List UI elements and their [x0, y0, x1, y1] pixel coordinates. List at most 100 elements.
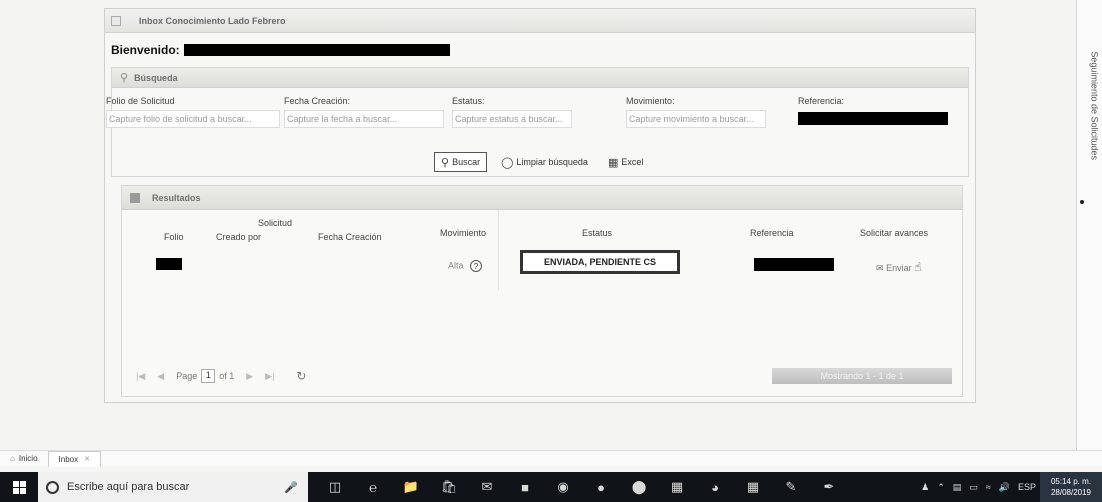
clock-date: 28/08/2019 [1050, 488, 1092, 497]
excel-button[interactable]: ▦ Excel [602, 152, 649, 172]
movement-input[interactable]: Capture movimiento a buscar... [626, 110, 766, 128]
refresh-icon[interactable]: ↻ [296, 369, 306, 383]
browser-icon[interactable]: ◕ [696, 472, 734, 502]
app-area: Inbox Conocimiento Lado Febrero Bienveni… [0, 0, 1102, 450]
chrome-icon[interactable]: ◉ [544, 472, 582, 502]
clock[interactable]: 05:14 p. m. 28/08/2019 [1040, 472, 1102, 502]
column-header-movement[interactable]: Movimiento [440, 228, 486, 238]
system-tray: ♟ ⌃ ▤ ▭ ≈ 🔊 ESP 05:14 p. m. 28/08/2019 [917, 472, 1102, 502]
table-row[interactable] [156, 258, 182, 272]
movement-label: Movimiento: [626, 96, 675, 106]
date-input[interactable]: Capture la fecha a buscar... [284, 110, 444, 128]
page-number-input[interactable]: 1 [201, 369, 216, 383]
pager: |◀ ◀ Page 1 of 1 ▶ ▶| ↻ Mostrando 1 - 1 … [122, 362, 962, 390]
start-button[interactable] [0, 472, 38, 502]
app-icon[interactable]: ● [582, 472, 620, 502]
search-actions: ⚲ Buscar ◯ Limpiar búsqueda ▦ Excel [434, 152, 657, 172]
welcome-label: Bienvenido: [111, 43, 180, 57]
microphone-icon[interactable]: 🎤 [284, 481, 298, 494]
volume-icon[interactable]: 🔊 [999, 482, 1010, 493]
next-page-icon[interactable]: ▶ [246, 371, 253, 382]
tab-inicio[interactable]: ⌂ Inicio [0, 451, 48, 467]
window-icon [111, 15, 121, 26]
close-tab-icon[interactable]: ✕ [84, 455, 90, 463]
results-panel-header[interactable]: Resultados [122, 186, 962, 210]
status-label: Estatus: [452, 96, 485, 106]
people-icon[interactable]: ♟ [921, 482, 929, 493]
page-label: Page [176, 371, 198, 381]
column-header-status[interactable]: Estatus [582, 228, 612, 238]
column-divider [498, 210, 499, 290]
status-cell-highlighted: ENVIADA, PENDIENTE CS [520, 250, 680, 274]
tab-inbox[interactable]: Inbox ✕ [47, 450, 101, 467]
clock-time: 05:14 p. m. [1050, 477, 1092, 486]
column-group-solicitud: Solicitud [258, 218, 293, 228]
home-icon: ⌂ [10, 454, 15, 463]
reference-field-group: Referencia: [798, 96, 950, 130]
folio-input[interactable]: Capture folio de solicitud a buscar... [106, 110, 280, 128]
column-header-created-by[interactable]: Creado por [216, 232, 261, 242]
language-indicator[interactable]: ESP [1018, 482, 1036, 492]
wifi-icon[interactable]: ≈ [986, 482, 991, 492]
send-action-label: Enviar [886, 263, 912, 273]
right-sidebar-collapsed[interactable]: Seguimiento de Solicitudes [1076, 0, 1102, 450]
column-header-created-date[interactable]: Fecha Creación [318, 232, 382, 242]
hand-cursor-icon: ☝ [914, 260, 922, 274]
inbox-window: Inbox Conocimiento Lado Febrero Bienveni… [104, 8, 976, 403]
window-title: Inbox Conocimiento Lado Febrero [139, 15, 286, 26]
windows-taskbar: Escribe aquí para buscar 🎤 ◫ ℮ 📁 🛍 ✉ ■ ◉… [0, 472, 1102, 502]
notes-icon[interactable]: ✎ [772, 472, 810, 502]
clear-search-label: Limpiar búsqueda [516, 157, 588, 167]
mail-icon[interactable]: ✉ [468, 472, 506, 502]
reference-input-redacted[interactable] [798, 112, 948, 125]
tab-strip: ⌂ Inicio Inbox ✕ [0, 450, 1102, 467]
excel-label: Excel [621, 157, 644, 167]
window-titlebar: Inbox Conocimiento Lado Febrero [105, 9, 975, 33]
task-view-icon[interactable]: ◫ [316, 472, 354, 502]
tab-inbox-label: Inbox [58, 454, 79, 464]
tab-inicio-label: Inicio [18, 454, 38, 463]
taskbar-search[interactable]: Escribe aquí para buscar 🎤 [38, 472, 308, 502]
column-header-reference[interactable]: Referencia [750, 228, 794, 238]
date-field-group: Fecha Creación: Capture la fecha a busca… [284, 96, 444, 128]
page-of-label: of 1 [219, 371, 235, 381]
reference-label: Referencia: [798, 96, 845, 106]
results-count-bar: Mostrando 1 - 1 de 1 [772, 368, 952, 384]
teams-icon[interactable]: ■ [506, 472, 544, 502]
last-page-icon[interactable]: ▶| [265, 371, 274, 382]
first-page-icon[interactable]: |◀ [136, 371, 145, 382]
pen-icon[interactable]: ✒ [810, 472, 848, 502]
edge-icon[interactable]: ℮ [354, 472, 392, 502]
word-app-icon[interactable]: ▦ [734, 472, 772, 502]
send-action-link[interactable]: ✉ Enviar ☝ [876, 260, 921, 274]
prev-page-icon[interactable]: ◀ [157, 371, 164, 382]
record-icon[interactable]: ⬤ [620, 472, 658, 502]
windows-logo-icon [12, 480, 26, 494]
status-input[interactable]: Capture estatus a buscar... [452, 110, 572, 128]
movement-field-group: Movimiento: Capture movimiento a buscar.… [626, 96, 766, 128]
redacted-username [183, 44, 450, 56]
excel-app-icon[interactable]: ▦ [658, 472, 696, 502]
search-panel-header[interactable]: ⚲ Búsqueda [112, 68, 968, 88]
movement-cell: Alta ? [448, 260, 483, 272]
battery-icon[interactable]: ▭ [969, 482, 978, 493]
taskbar-apps: ◫ ℮ 📁 🛍 ✉ ■ ◉ ● ⬤ ▦ ◕ ▦ ✎ ✒ [316, 472, 848, 502]
store-icon[interactable]: 🛍 [430, 472, 468, 502]
status-value: ENVIADA, PENDIENTE CS [543, 257, 657, 267]
info-icon[interactable]: ? [470, 260, 483, 272]
column-header-request-progress[interactable]: Solicitar avances [860, 228, 928, 238]
search-fields: Folio de Solicitud Capture folio de soli… [106, 96, 972, 136]
search-panel: ⚲ Búsqueda Folio de Solicitud Capture fo… [106, 67, 969, 177]
search-panel-title: Búsqueda [134, 72, 178, 83]
grid-icon [130, 192, 140, 203]
results-panel-title: Resultados [152, 192, 201, 203]
tray-chevron-icon[interactable]: ⌃ [937, 482, 945, 493]
search-icon: ⚲ [120, 72, 129, 84]
file-explorer-icon[interactable]: 📁 [392, 472, 430, 502]
search-button[interactable]: ⚲ Buscar [434, 152, 488, 172]
network-icon[interactable]: ▤ [953, 482, 962, 493]
clear-search-button[interactable]: ◯ Limpiar búsqueda [495, 152, 594, 172]
column-header-folio[interactable]: Folio [164, 232, 184, 242]
binoculars-icon: ⚲ [441, 156, 450, 169]
magnifier-icon: ◯ [501, 156, 514, 169]
